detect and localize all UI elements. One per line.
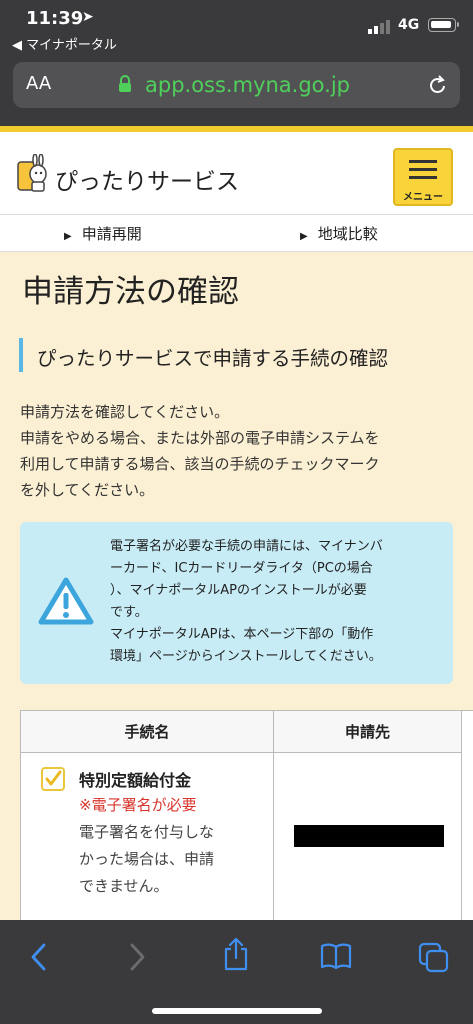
text-size-button[interactable]: AA — [26, 73, 51, 94]
network-type: 4G — [398, 17, 420, 33]
checkmark-icon — [45, 770, 62, 786]
page-title: 申請方法の確認 — [22, 274, 239, 310]
section-heading: ぴったりサービスで申請する手続の確認 — [19, 338, 453, 372]
procedure-checkbox[interactable] — [41, 767, 65, 791]
home-indicator — [152, 1008, 322, 1014]
triangle-right-icon: ▶ — [300, 231, 308, 242]
redacted-block — [294, 825, 444, 847]
subnav-label: 申請再開 — [81, 225, 142, 243]
region-comparison-link[interactable]: ▶ 地域比較 — [300, 223, 378, 244]
status-bar: 11:39 ➤ ◀ マイナポータル 4G — [0, 0, 473, 56]
procedure-name: 特別定額給付金 — [79, 771, 192, 790]
signature-description: 電子署名を付与しな かった場合は、申請 できません。 — [79, 819, 259, 900]
description-line: 電子署名を付与しな — [79, 823, 215, 841]
notice-line: マイナポータルAPは、本ページ下部の「動作 — [110, 627, 374, 642]
resume-application-link[interactable]: ▶ 申請再開 — [64, 223, 142, 244]
brand-name[interactable]: ぴったりサービス — [55, 162, 239, 196]
procedures-table: 手続名 申請先 特別定額給付金 ※電子署名が必要 電子署名を付与しな かった場合… — [20, 710, 473, 920]
column-header-destination: 申請先 — [274, 711, 462, 753]
mascot-logo-icon[interactable] — [16, 154, 50, 194]
warning-icon — [38, 577, 94, 625]
section-title: ぴったりサービスで申請する手続の確認 — [37, 347, 389, 370]
intro-text: 申請方法を確認してください。 申請をやめる場合、または外部の電子申請システムを … — [20, 399, 460, 503]
browser-toolbar — [0, 920, 473, 1024]
column-header-procedure: 手続名 — [21, 711, 274, 753]
description-line: できません。 — [79, 877, 169, 895]
status-time: 11:39 — [26, 8, 84, 29]
forward-icon[interactable] — [126, 942, 148, 972]
table-row: 特別定額給付金 ※電子署名が必要 電子署名を付与しな かった場合は、申請 できま… — [21, 753, 274, 920]
lock-icon — [119, 75, 131, 92]
notice-line: 環境」ページからインストールしてください。 — [110, 649, 382, 664]
back-icon[interactable] — [28, 942, 50, 972]
web-page: ぴったりサービス メニュー ▶ 申請再開 ▶ 地域比較 申請方法の確認 ぴったりサー… — [0, 126, 473, 920]
destination-cell — [274, 753, 462, 920]
notice-line: ーカード、ICカードリーダライタ（PCの場合 — [110, 561, 373, 576]
hamburger-icon — [409, 176, 437, 179]
bookmarks-icon[interactable] — [320, 942, 352, 970]
notice-line: 電子署名が必要な手続の申請には、マイナンバ — [110, 539, 383, 554]
triangle-right-icon: ▶ — [64, 231, 72, 242]
notice-box: 電子署名が必要な手続の申請には、マイナンバ ーカード、ICカードリーダライタ（P… — [20, 522, 453, 684]
signal-icon — [368, 20, 390, 34]
notice-line: ）、マイナポータルAPのインストールが必要 — [110, 583, 367, 598]
notice-text: 電子署名が必要な手続の申請には、マイナンバ ーカード、ICカードリーダライタ（P… — [110, 536, 450, 668]
description-line: かった場合は、申請 — [79, 850, 215, 868]
back-to-app-link[interactable]: ◀ マイナポータル — [12, 34, 117, 53]
share-icon[interactable] — [222, 936, 250, 972]
intro-line: を外してください。 — [20, 481, 155, 499]
intro-line: 利用して申請する場合、該当の手続のチェックマーク — [20, 455, 380, 473]
reload-icon[interactable] — [428, 74, 448, 96]
menu-button[interactable]: メニュー — [393, 148, 453, 206]
location-arrow-icon: ➤ — [82, 9, 94, 25]
site-header: ぴったりサービス メニュー — [0, 126, 473, 214]
url-text[interactable]: app.oss.myna.go.jp — [145, 73, 350, 97]
hamburger-icon — [409, 168, 437, 171]
signature-required-note: ※電子署名が必要 — [79, 796, 197, 814]
sub-navigation: ▶ 申請再開 ▶ 地域比較 — [0, 214, 473, 252]
notice-line: です。 — [110, 605, 148, 620]
intro-line: 申請方法を確認してください。 — [20, 403, 230, 421]
battery-icon — [428, 18, 459, 32]
hamburger-icon — [409, 160, 437, 163]
subnav-label: 地域比較 — [317, 225, 378, 243]
tabs-icon[interactable] — [418, 942, 450, 974]
intro-line: 申請をやめる場合、または外部の電子申請システムを — [20, 429, 380, 447]
menu-label: メニュー — [403, 192, 443, 203]
